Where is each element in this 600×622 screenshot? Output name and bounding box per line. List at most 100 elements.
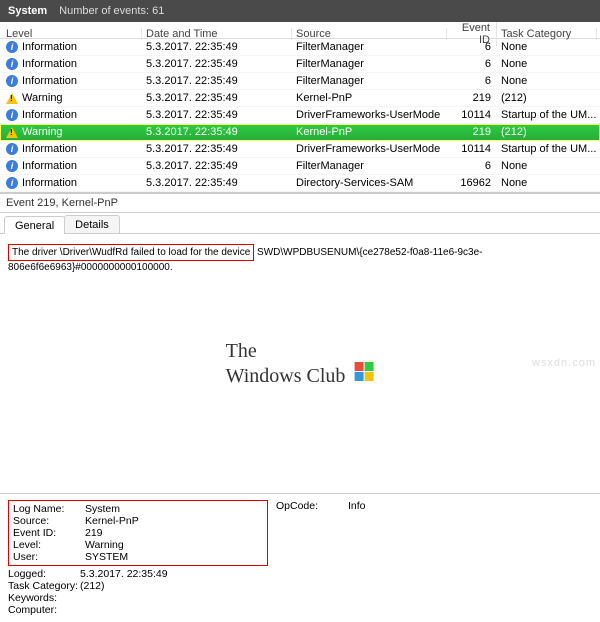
cell-task: None <box>497 177 597 189</box>
property-value: Warning <box>85 539 263 551</box>
col-source[interactable]: Source <box>292 28 447 40</box>
cell-task: (212) <box>497 92 597 104</box>
table-row[interactable]: Warning5.3.2017. 22:35:49Kernel-PnP219(2… <box>0 90 600 107</box>
cell-date: 5.3.2017. 22:35:49 <box>142 58 292 70</box>
property-key: OpCode: <box>276 500 348 566</box>
cell-eventid: 6 <box>447 41 497 53</box>
detail-content: The driver \Driver\WudfRd failed to load… <box>0 234 600 494</box>
cell-source: Kernel-PnP <box>292 126 447 138</box>
cell-eventid: 10114 <box>447 109 497 121</box>
cell-level: Information <box>22 75 77 87</box>
property-value: (212) <box>80 580 268 592</box>
cell-level: Warning <box>22 92 63 104</box>
property-value: 5.3.2017. 22:35:49 <box>80 568 268 580</box>
property-value: Kernel-PnP <box>85 515 263 527</box>
cell-date: 5.3.2017. 22:35:49 <box>142 92 292 104</box>
cell-task: Startup of the UM... <box>497 143 597 155</box>
info-icon <box>6 143 18 155</box>
col-date[interactable]: Date and Time <box>142 28 292 40</box>
col-level[interactable]: Level <box>2 28 142 40</box>
info-icon <box>6 75 18 87</box>
property-row: Event ID:219 <box>13 527 263 539</box>
table-row[interactable]: Information 5.3.2017. 22:35:49FilterManag… <box>0 158 600 175</box>
cell-level: Information <box>22 109 77 121</box>
brand-watermark: The Windows Club <box>226 341 375 387</box>
table-row[interactable]: Information5.3.2017. 22:35:49DriverFrame… <box>0 107 600 124</box>
property-value <box>80 604 268 616</box>
tab-general[interactable]: General <box>4 216 65 234</box>
properties-left-highlight: Log Name:SystemSource:Kernel-PnPEvent ID… <box>8 500 268 566</box>
property-row: Log Name:System <box>13 503 263 515</box>
property-row: Source:Kernel-PnP <box>13 515 263 527</box>
property-key: Logged: <box>8 568 80 580</box>
info-icon <box>6 109 18 121</box>
cell-eventid: 10114 <box>447 143 497 155</box>
cell-source: FilterManager <box>292 160 447 172</box>
site-watermark: wsxdn.com <box>532 357 596 369</box>
property-row: Level:Warning <box>13 539 263 551</box>
tab-details[interactable]: Details <box>64 215 120 233</box>
event-grid[interactable]: Level Date and Time Source Event ID Task… <box>0 22 600 193</box>
cell-source: FilterManager <box>292 41 447 53</box>
info-icon <box>6 177 18 189</box>
cell-date: 5.3.2017. 22:35:49 <box>142 143 292 155</box>
event-properties: Log Name:SystemSource:Kernel-PnPEvent ID… <box>0 494 600 622</box>
property-value: Info <box>348 500 536 566</box>
cell-date: 5.3.2017. 22:35:49 <box>142 177 292 189</box>
cell-task: Startup of the UM... <box>497 109 597 121</box>
property-row: OpCode:Info <box>276 500 536 566</box>
cell-source: Directory-Services-SAM <box>292 177 447 189</box>
cell-level: Information <box>22 143 77 155</box>
info-icon <box>6 58 18 70</box>
property-row: Task Category:(212) <box>8 580 268 592</box>
info-icon <box>6 160 18 172</box>
cell-task: (212) <box>497 126 597 138</box>
property-key: User: <box>13 551 85 563</box>
table-row[interactable]: Information 5.3.2017. 22:35:49Directory-S… <box>0 175 600 192</box>
grid-header[interactable]: Level Date and Time Source Event ID Task… <box>0 22 600 39</box>
property-key: Source: <box>13 515 85 527</box>
cell-date: 5.3.2017. 22:35:49 <box>142 75 292 87</box>
property-key: Computer: <box>8 604 80 616</box>
warning-icon <box>6 93 18 104</box>
table-row[interactable]: Information5.3.2017. 22:35:49DriverFrame… <box>0 141 600 158</box>
info-icon <box>6 41 18 53</box>
property-key: Keywords: <box>8 592 80 604</box>
error-message-highlight: The driver \Driver\WudfRd failed to load… <box>8 244 254 261</box>
property-row: Logged:5.3.2017. 22:35:49 <box>8 568 268 580</box>
cell-eventid: 6 <box>447 160 497 172</box>
cell-date: 5.3.2017. 22:35:49 <box>142 41 292 53</box>
property-value <box>80 592 268 604</box>
property-key: Task Category: <box>8 580 80 592</box>
property-row: Keywords: <box>8 592 268 604</box>
cell-task: None <box>497 58 597 70</box>
cell-level: Information <box>22 177 77 189</box>
cell-eventid: 219 <box>447 92 497 104</box>
property-key: Log Name: <box>13 503 85 515</box>
property-key: Event ID: <box>13 527 85 539</box>
cell-level: Information <box>22 160 77 172</box>
titlebar: System Number of events: 61 <box>0 0 600 22</box>
table-row[interactable]: Information5.3.2017. 22:35:49FilterManag… <box>0 56 600 73</box>
detail-tabs: General Details <box>0 213 600 234</box>
cell-eventid: 6 <box>447 58 497 70</box>
cell-source: FilterManager <box>292 58 447 70</box>
property-row: User:SYSTEM <box>13 551 263 563</box>
cell-source: FilterManager <box>292 75 447 87</box>
property-value: SYSTEM <box>85 551 263 563</box>
warning-icon <box>6 127 18 138</box>
windows-flag-icon <box>354 362 374 382</box>
cell-eventid: 16962 <box>447 177 497 189</box>
table-row[interactable]: Information 5.3.2017. 22:35:49FilterManag… <box>0 73 600 90</box>
col-task[interactable]: Task Category <box>497 28 597 40</box>
cell-task: None <box>497 160 597 172</box>
titlebar-event-count: Number of events: 61 <box>59 5 164 17</box>
detail-title: Event 219, Kernel-PnP <box>0 193 600 213</box>
cell-date: 5.3.2017. 22:35:49 <box>142 126 292 138</box>
cell-date: 5.3.2017. 22:35:49 <box>142 160 292 172</box>
cell-eventid: 219 <box>447 126 497 138</box>
cell-task: None <box>497 41 597 53</box>
cell-level: Warning <box>22 126 63 138</box>
table-row[interactable]: Information5.3.2017. 22:35:49FilterManag… <box>0 39 600 56</box>
table-row[interactable]: Warning 5.3.2017. 22:35:49Kernel-PnP219(2… <box>0 124 600 141</box>
